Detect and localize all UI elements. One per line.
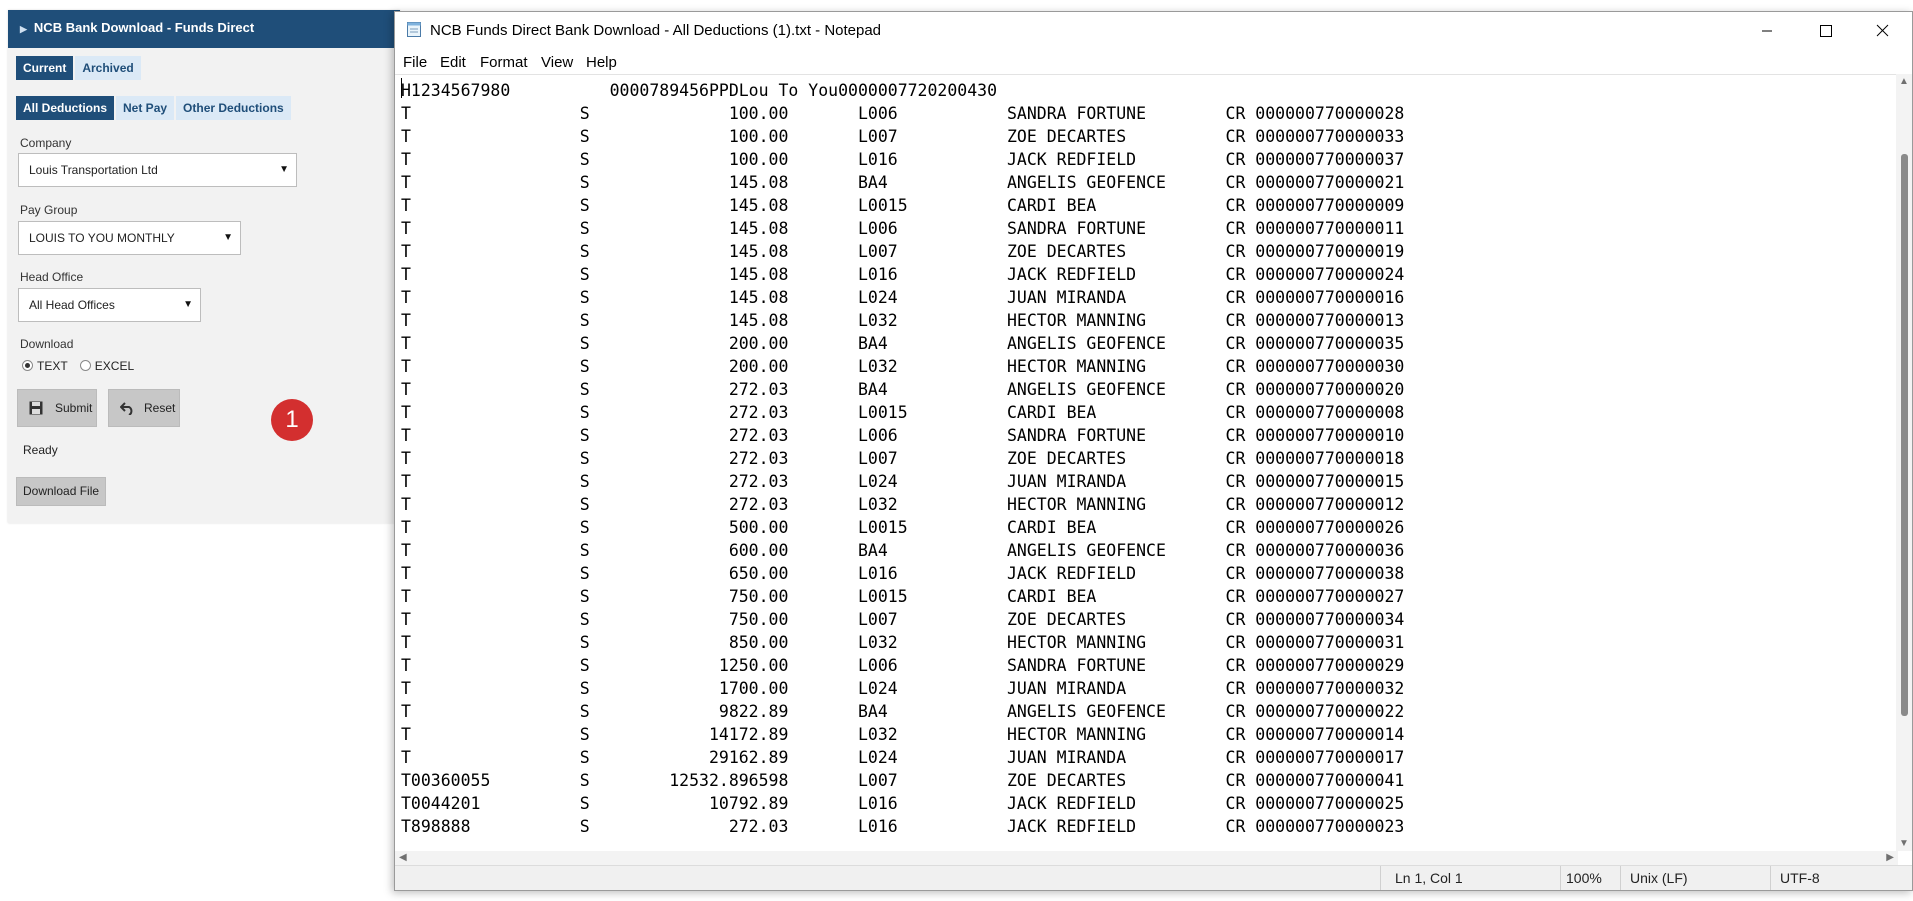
radio-text-label: TEXT	[37, 359, 68, 373]
close-button[interactable]	[1854, 12, 1912, 48]
menu-file[interactable]: File	[403, 54, 427, 71]
menu-view[interactable]: View	[541, 54, 573, 71]
funds-direct-panel: ▶ NCB Bank Download - Funds Direct Curren…	[8, 10, 400, 523]
window-title: NCB Funds Direct Bank Download - All Ded…	[430, 22, 882, 39]
minimize-button[interactable]	[1738, 12, 1796, 48]
status-divider	[1770, 866, 1771, 890]
pay-group-label: Pay Group	[20, 203, 78, 217]
deduction-tabs: All Deductions Net Pay Other Deductions	[16, 96, 293, 120]
pay-group-select[interactable]: LOUIS TO YOU MONTHLY ▼	[18, 221, 241, 255]
editor-content: H1234567980 0000789456PPDLou To You00000…	[401, 81, 1405, 836]
vertical-scroll-thumb[interactable]	[1901, 154, 1908, 716]
download-file-button[interactable]: Download File	[16, 477, 107, 506]
submit-label: Submit	[55, 401, 93, 415]
text-editor[interactable]: H1234567980 0000789456PPDLou To You00000…	[395, 74, 1898, 852]
radio-excel-label: EXCEL	[94, 359, 135, 373]
scroll-left-icon[interactable]: ◀	[399, 852, 407, 863]
maximize-icon	[1820, 25, 1832, 37]
vertical-scrollbar[interactable]: ▲ ▼	[1896, 74, 1912, 851]
encoding: UTF-8	[1780, 870, 1820, 886]
radio-text[interactable]	[22, 360, 33, 371]
tab-current[interactable]: Current	[16, 56, 74, 80]
submit-button[interactable]: Submit	[17, 389, 97, 427]
status-bar: Ln 1, Col 1 100% Unix (LF) UTF-8	[395, 865, 1912, 890]
main-tabs: Current Archived	[16, 56, 143, 80]
head-office-value: All Head Offices	[29, 298, 115, 312]
chevron-right-icon[interactable]: ▶	[20, 24, 27, 35]
close-icon	[1876, 24, 1889, 37]
save-icon	[29, 401, 43, 418]
company-select[interactable]: Louis Transportation Ltd ▼	[18, 153, 297, 187]
step-badge: 1	[271, 399, 313, 441]
menu-edit[interactable]: Edit	[440, 54, 466, 71]
zoom-level: 100%	[1566, 870, 1602, 886]
dropdown-arrow-icon: ▼	[183, 299, 193, 310]
panel-header: ▶ NCB Bank Download - Funds Direct	[8, 10, 400, 48]
menu-help[interactable]: Help	[586, 54, 617, 71]
status-text: Ready	[23, 443, 58, 457]
head-office-label: Head Office	[20, 270, 84, 284]
radio-excel[interactable]	[79, 360, 91, 371]
minimize-icon	[1762, 30, 1772, 32]
status-divider	[1380, 866, 1381, 890]
maximize-button[interactable]	[1796, 12, 1854, 48]
tab-other-deductions[interactable]: Other Deductions	[176, 96, 291, 120]
tab-archived[interactable]: Archived	[75, 56, 141, 80]
cursor-position: Ln 1, Col 1	[1395, 870, 1463, 886]
status-divider	[1560, 866, 1561, 890]
line-ending: Unix (LF)	[1630, 870, 1688, 886]
dropdown-arrow-icon: ▼	[279, 164, 289, 175]
download-format-group: TEXT EXCEL	[22, 359, 134, 373]
panel-title: NCB Bank Download - Funds Direct	[33, 20, 255, 35]
undo-icon	[119, 401, 135, 418]
status-divider	[1620, 866, 1621, 890]
reset-button[interactable]: Reset	[108, 389, 180, 427]
company-label: Company	[20, 136, 72, 150]
notepad-icon	[406, 21, 423, 42]
text-cursor	[401, 78, 402, 98]
tab-net-pay[interactable]: Net Pay	[116, 96, 175, 120]
reset-label: Reset	[144, 401, 176, 415]
menu-format[interactable]: Format	[480, 54, 528, 71]
scroll-up-icon[interactable]: ▲	[1899, 76, 1909, 87]
title-bar: NCB Funds Direct Bank Download - All Ded…	[395, 12, 1912, 50]
pay-group-value: LOUIS TO YOU MONTHLY	[29, 231, 175, 245]
dropdown-arrow-icon: ▼	[223, 232, 233, 243]
tab-all-deductions[interactable]: All Deductions	[16, 96, 115, 120]
menu-bar: File Edit Format View Help	[395, 50, 1912, 74]
head-office-select[interactable]: All Head Offices ▼	[18, 288, 201, 322]
scroll-down-icon[interactable]: ▼	[1899, 838, 1909, 849]
scroll-right-icon[interactable]: ▶	[1886, 852, 1894, 863]
download-label: Download	[20, 337, 74, 351]
notepad-window: NCB Funds Direct Bank Download - All Ded…	[394, 11, 1913, 891]
company-value: Louis Transportation Ltd	[29, 163, 158, 177]
